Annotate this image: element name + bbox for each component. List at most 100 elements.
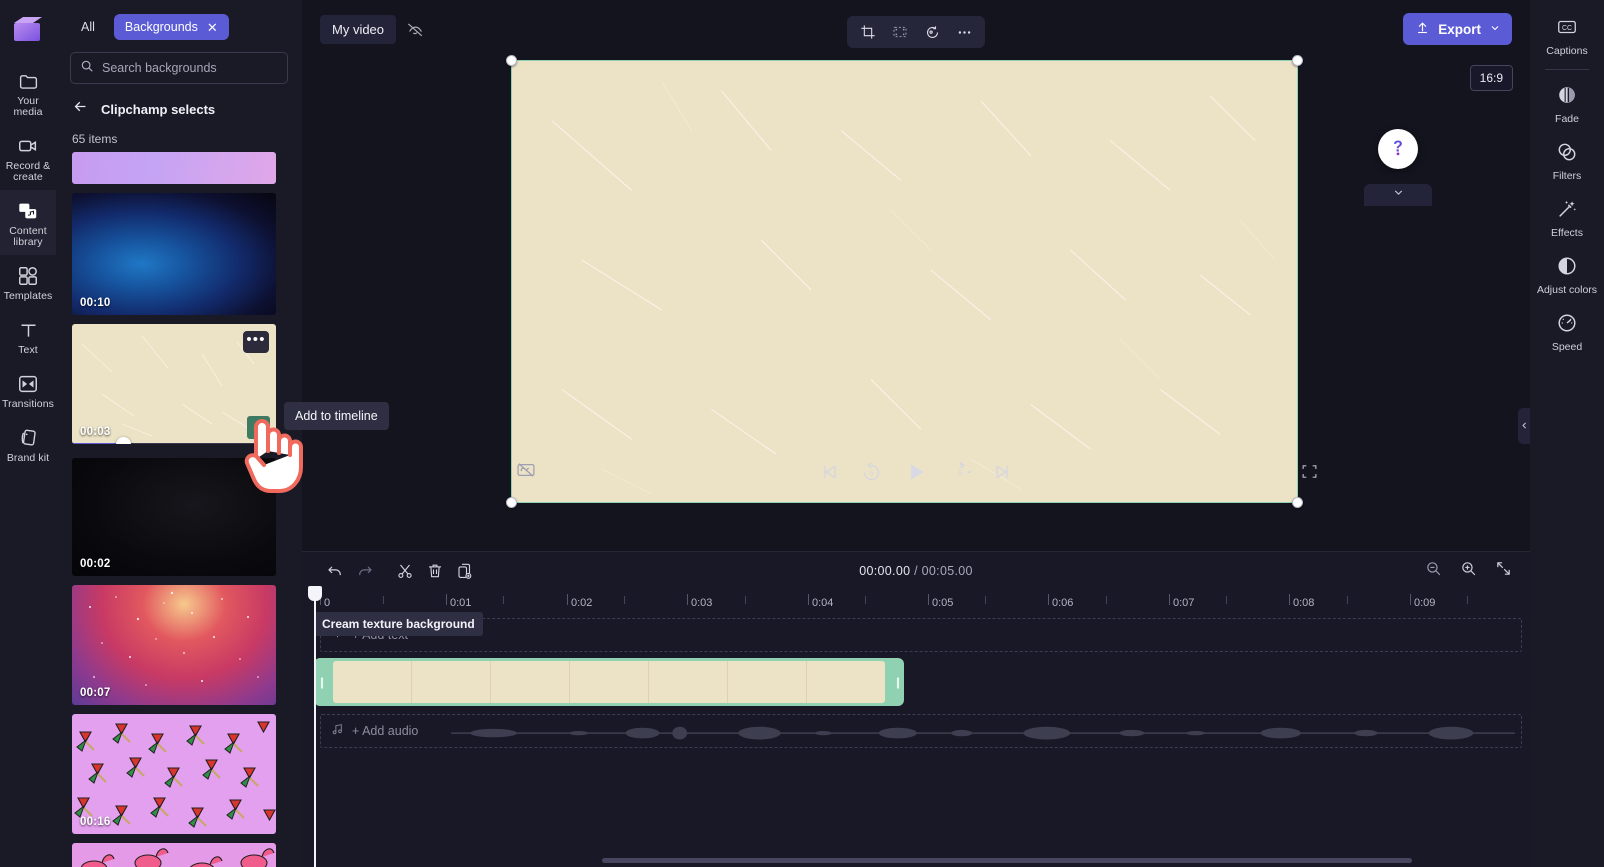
forward-5s-button[interactable]: 5: [950, 461, 971, 483]
eye-off-icon[interactable]: [406, 20, 425, 39]
content-library-panel: All Backgrounds ✕ Clipchamp selects 65 i…: [56, 0, 302, 867]
preview-collapse-chevron[interactable]: [1364, 184, 1432, 206]
sidebar-item-text[interactable]: Text: [0, 309, 56, 363]
ruler-label: 0:04: [812, 597, 834, 609]
ruler-label: 0:06: [1052, 597, 1074, 609]
split-button[interactable]: [390, 557, 420, 585]
music-note-icon: [331, 723, 344, 739]
ruler-label: 0:03: [691, 597, 713, 609]
clipchamp-logo-icon[interactable]: [11, 12, 45, 46]
search-input[interactable]: [102, 61, 278, 75]
video-canvas[interactable]: [506, 55, 1303, 508]
aspect-ratio-badge[interactable]: 16:9: [1469, 65, 1513, 91]
audio-waveform: [451, 726, 1515, 740]
fit-timeline-icon[interactable]: [1495, 560, 1512, 582]
svg-text:CC: CC: [1562, 25, 1572, 32]
current-time: 00:00.00: [859, 564, 911, 578]
sidebar-item-transitions[interactable]: Transitions: [0, 363, 56, 417]
fit-frame-icon[interactable]: [885, 18, 915, 46]
timeline-ruler[interactable]: 0 0:01 0:02 0:03 0:04 0:05 0:06 0:07 0:0…: [320, 590, 1522, 616]
timeline-playhead[interactable]: [308, 586, 322, 867]
zoom-out-icon[interactable]: [1425, 560, 1442, 582]
delete-button[interactable]: [420, 557, 450, 585]
rewind-5s-button[interactable]: 5: [861, 462, 882, 483]
flamingo-pattern: [80, 848, 275, 867]
chip-backgrounds[interactable]: Backgrounds ✕: [113, 14, 229, 40]
search-backgrounds-box[interactable]: [70, 52, 288, 84]
rotate-icon[interactable]: [917, 18, 947, 46]
sidebar-item-content-library[interactable]: Content library: [0, 190, 56, 255]
preview-area: My video Export 16:9 5 5 ?: [302, 0, 1530, 551]
resize-handle-top-right[interactable]: [1292, 55, 1303, 66]
chevron-left-icon: [1520, 417, 1529, 435]
resize-handle-bottom-left[interactable]: [506, 497, 517, 508]
background-thumbnail[interactable]: 00:16: [72, 714, 276, 834]
svg-text:5: 5: [870, 470, 874, 477]
timecode-display: 00:00.00 / 00:05.00: [859, 564, 972, 578]
captions-cc-icon: CC: [1556, 16, 1578, 43]
play-button[interactable]: [904, 460, 928, 484]
clip-trim-handle-right[interactable]: ||: [893, 661, 901, 703]
sidebar-item-templates[interactable]: Templates: [0, 255, 56, 309]
add-audio-label: + Add audio: [352, 724, 419, 738]
divider: [1545, 69, 1589, 70]
backgrounds-grid[interactable]: 00:10 ••• 00:03 00:02 00:07 00:16: [56, 152, 302, 867]
crop-icon[interactable]: [853, 18, 883, 46]
resize-handle-top-left[interactable]: [506, 55, 517, 66]
video-camera-icon: [17, 134, 39, 158]
export-button[interactable]: Export: [1403, 13, 1512, 45]
arrow-left-icon[interactable]: [72, 98, 89, 120]
ruler-label: 0:08: [1293, 597, 1315, 609]
clip-name-tooltip: Cream texture background: [314, 612, 483, 636]
zoom-in-icon[interactable]: [1460, 560, 1477, 582]
fullscreen-icon[interactable]: [1301, 463, 1318, 485]
help-button[interactable]: ?: [1378, 129, 1418, 169]
sidebar-item-your-media[interactable]: Your media: [0, 60, 56, 125]
background-thumbnail[interactable]: 00:07: [72, 585, 276, 705]
right-panel-collapse-toggle[interactable]: [1518, 408, 1530, 444]
fade-icon: [1556, 84, 1578, 111]
rrail-item-fade[interactable]: Fade: [1530, 76, 1604, 133]
timeline-horizontal-scrollbar[interactable]: [602, 858, 1412, 863]
rrail-item-label: Filters: [1552, 170, 1582, 182]
background-thumbnail[interactable]: [72, 152, 276, 184]
chip-all[interactable]: All: [70, 14, 106, 40]
duplicate-button[interactable]: [450, 557, 480, 585]
more-horizontal-icon[interactable]: [949, 18, 979, 46]
project-name-field[interactable]: My video: [320, 14, 397, 44]
category-back-row[interactable]: Clipchamp selects: [56, 84, 302, 126]
clip-trim-handle-left[interactable]: ||: [317, 661, 325, 703]
playhead-handle[interactable]: [308, 586, 322, 601]
thumbnail-scrubber[interactable]: [72, 443, 276, 444]
search-icon: [80, 59, 94, 78]
close-icon[interactable]: ✕: [207, 21, 218, 34]
timeline-panel: 00:00.00 / 00:05.00 0 0:01 0:02 0:03 0:0…: [302, 551, 1530, 867]
jump-to-start-button[interactable]: [819, 462, 839, 482]
duration-label: 00:10: [80, 297, 111, 309]
rrail-item-adjust-colors[interactable]: Adjust colors: [1530, 247, 1604, 304]
background-thumbnail[interactable]: 00:02: [72, 458, 276, 576]
jump-to-end-button[interactable]: [993, 462, 1013, 482]
resize-handle-bottom-right[interactable]: [1292, 497, 1303, 508]
rrail-item-captions[interactable]: CC Captions: [1530, 8, 1604, 65]
folder-icon: [18, 69, 39, 93]
background-thumbnail[interactable]: [72, 843, 276, 867]
right-properties-rail: CC Captions Fade Filters Effects Adjust …: [1530, 0, 1604, 867]
rrail-item-filters[interactable]: Filters: [1530, 133, 1604, 190]
sidebar-item-brand-kit[interactable]: Brand kit: [0, 417, 56, 471]
sidebar-item-record-create[interactable]: Record & create: [0, 125, 56, 190]
redo-button[interactable]: [350, 557, 380, 585]
add-to-timeline-button[interactable]: [247, 416, 270, 439]
background-thumbnail[interactable]: 00:10: [72, 193, 276, 315]
background-thumbnail-cream-texture[interactable]: ••• 00:03: [72, 324, 276, 444]
ruler-label: 0:05: [932, 597, 954, 609]
add-text-hint[interactable]: + Add text: [321, 619, 1521, 651]
rrail-item-effects[interactable]: Effects: [1530, 190, 1604, 247]
more-horizontal-icon[interactable]: •••: [243, 331, 269, 353]
timeline-clip-cream-texture[interactable]: || ||: [314, 658, 904, 706]
timeline-text-track[interactable]: + Add text: [320, 618, 1522, 652]
timeline-audio-track[interactable]: + Add audio: [320, 714, 1522, 748]
main-editor-area: My video Export 16:9 5 5 ? 00:00.00 / 00…: [302, 0, 1530, 867]
undo-button[interactable]: [320, 557, 350, 585]
rrail-item-speed[interactable]: Speed: [1530, 304, 1604, 361]
